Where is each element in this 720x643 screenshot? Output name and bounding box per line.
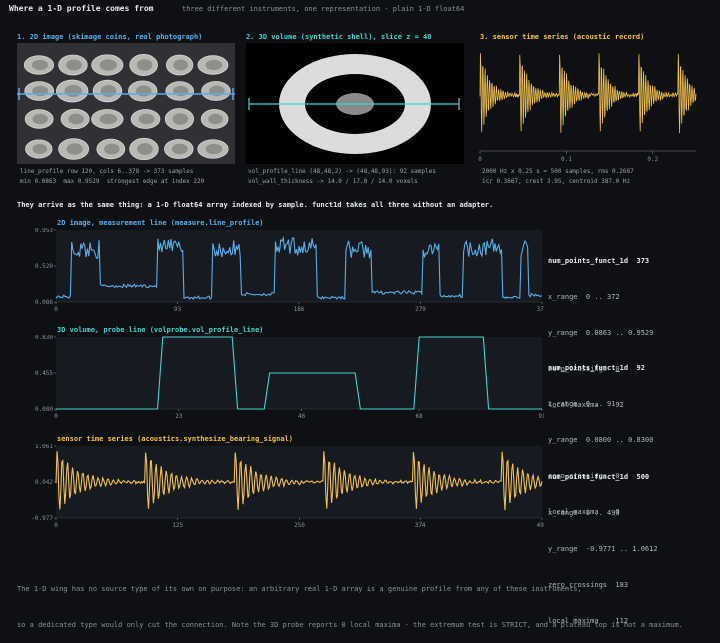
chart-sensor-label: sensor time series (acoustics.synthesize… <box>57 435 294 443</box>
chart-volume-profile: 0.830 0.455 0.0800 23 46 68 91 <box>35 335 544 420</box>
y-tick-label: 0.953 <box>35 228 53 234</box>
y-tick-label: -0.977 <box>31 515 53 522</box>
y-tick-label: 1.061 <box>35 444 53 450</box>
y-tick-label: 0.520 <box>35 263 53 270</box>
stat-x-range: x_range 0 .. 499 <box>548 509 620 517</box>
x-tick-label: 68 <box>416 413 424 420</box>
footer-line-1: The 1-D wing has no source type of its o… <box>17 585 582 593</box>
panel-volume-title: 2. 3D volume (synthetic shell), slice z … <box>246 33 432 41</box>
x-tick-label: 372 <box>537 306 544 313</box>
panel-volume-caption-2: vol_wall_thickness -> 14.0 / 17.0 / 14.0… <box>248 178 418 185</box>
panel-image-caption-1: line_profile row 120, cols 6..378 -> 373… <box>20 168 194 175</box>
chart-sensor-signal: 1.061 0.042 -0.9770 125 250 374 499 <box>31 444 544 529</box>
chart-image-profile: 0.953 0.520 0.0860 93 186 279 372 <box>35 228 544 313</box>
footer-line-2: so a dedicated type would only cut the c… <box>17 621 683 629</box>
panel-image-title: 1. 2D image (skimage coins, real photogr… <box>17 33 203 41</box>
stat-y-range: y_range -0.9771 .. 1.0612 <box>548 545 658 553</box>
intro-text: They arrive as the same thing: a 1-D flo… <box>17 201 494 209</box>
x-tick-label: 186 <box>294 306 305 313</box>
stat-x-range: x_range 0 .. 91 <box>548 400 616 408</box>
coins-image <box>17 43 235 164</box>
x-tick-label: 46 <box>298 413 306 420</box>
page-title: Where a 1-D profile comes from <box>9 4 154 13</box>
chart-volume-label: 3D volume, probe line (volprobe.vol_prof… <box>57 326 264 334</box>
y-tick-label: 0.086 <box>35 299 53 306</box>
stat-num-points: num_points_funct_1d 500 <box>548 473 650 481</box>
y-tick-label: 0.042 <box>35 479 53 486</box>
x-tick-label: 279 <box>415 306 426 313</box>
volume-slice <box>246 43 464 164</box>
x-tick-label: 0.1 <box>561 156 572 161</box>
stat-x-range: x_range 0 .. 372 <box>548 293 620 301</box>
stat-num-points: num_points_funct_1d 92 <box>548 364 645 372</box>
x-tick-label: 23 <box>175 413 183 420</box>
y-tick-label: 0.830 <box>35 335 53 341</box>
x-tick-label: 374 <box>415 522 426 529</box>
y-tick-label: 0.080 <box>35 406 53 413</box>
chart-image-label: 2D image, measurement line (measure.line… <box>57 219 264 227</box>
x-tick-label: 0 <box>54 522 58 529</box>
sensor-record-plot: 0 0.1 0.2 <box>477 43 699 161</box>
x-tick-label: 0.2 <box>647 156 658 161</box>
panel-sensor-title: 3. sensor time series (acoustic record) <box>480 33 645 41</box>
x-tick-label: 499 <box>537 522 544 529</box>
plot-area <box>56 230 542 302</box>
panel-sensor-caption-2: icr 0.3667, crest 3.95, centroid 387.0 H… <box>482 178 631 185</box>
x-tick-label: 0 <box>478 156 482 161</box>
x-tick-label: 91 <box>538 413 544 420</box>
footer-note: The 1-D wing has no source type of its o… <box>17 559 683 643</box>
page-subtitle: three different instruments, one represe… <box>182 5 465 13</box>
x-tick-label: 125 <box>172 522 183 529</box>
x-tick-label: 0 <box>54 306 58 313</box>
x-tick-label: 93 <box>174 306 182 313</box>
panel-image-caption-2: min 0.0863 max 0.9529 strongest edge at … <box>20 178 205 185</box>
x-tick-label: 250 <box>294 522 305 529</box>
x-tick-label: 0 <box>54 413 58 420</box>
panel-sensor-caption-1: 2000 Hz x 0.25 s = 500 samples, rms 0.26… <box>482 168 634 175</box>
stat-num-points: num_points_funct_1d 373 <box>548 257 650 265</box>
stat-y-range: y_range 0.0800 .. 0.8300 <box>548 436 654 444</box>
panel-volume-caption-1: vol_profile_line (48,48,2) -> (48,48,93)… <box>248 168 436 175</box>
y-tick-label: 0.455 <box>35 370 53 377</box>
